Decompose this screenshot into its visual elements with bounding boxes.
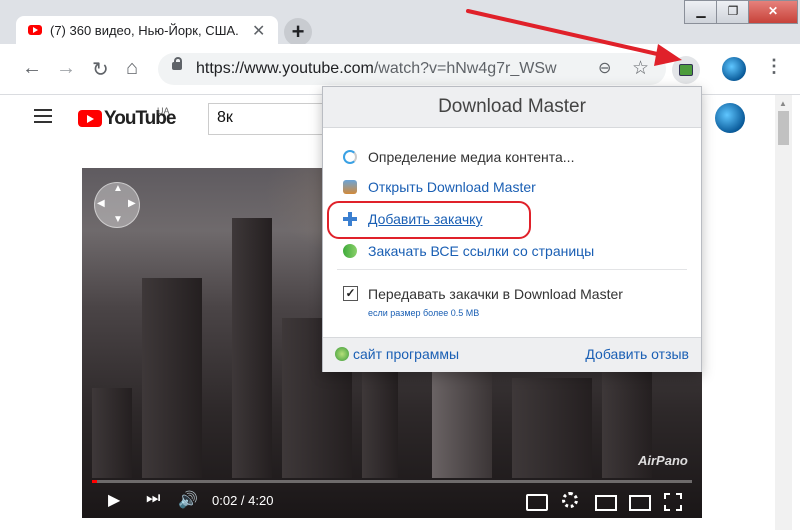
download-master-app-icon <box>343 180 357 194</box>
back-button[interactable]: ← <box>22 57 42 80</box>
zoom-icon[interactable]: ⊖ <box>598 58 611 78</box>
video-time: 0:02 / 4:20 <box>212 493 274 508</box>
page-scrollbar[interactable]: ▲ <box>775 95 792 530</box>
video-building <box>142 278 202 478</box>
download-master-extension-button[interactable] <box>672 56 700 84</box>
download-master-extension-icon <box>679 64 693 76</box>
fullscreen-icon[interactable] <box>664 493 682 511</box>
loading-spinner-icon <box>343 150 357 164</box>
miniplayer-icon[interactable] <box>595 495 617 511</box>
youtube-favicon-icon <box>28 25 42 35</box>
download-all-links-link[interactable]: Закачать ВСЕ ссылки со страницы <box>368 243 594 259</box>
video-building <box>512 378 592 478</box>
lock-icon[interactable] <box>172 57 182 70</box>
open-download-master-link[interactable]: Открыть Download Master <box>368 179 536 195</box>
url-text[interactable]: https://www.youtube.com/watch?v=hNw4g7r_… <box>196 60 557 78</box>
pan-left-icon[interactable]: ◀ <box>97 198 105 209</box>
youtube-account-avatar[interactable] <box>715 103 745 133</box>
youtube-region-label: UA <box>157 106 170 116</box>
pan-up-icon[interactable]: ▲ <box>113 183 123 194</box>
url-host: https://www.youtube.com <box>196 60 374 77</box>
youtube-logo-icon[interactable] <box>78 110 102 127</box>
download-master-popup: Download Master Определение медиа контен… <box>322 86 702 372</box>
search-query-text: 8к <box>217 109 233 126</box>
airpano-watermark: AirPano <box>638 453 688 468</box>
video-progress-bar[interactable] <box>92 480 692 483</box>
youtube-search-input[interactable]: 8к <box>208 103 329 135</box>
size-threshold-note: если размер более 0.5 МВ <box>368 308 480 318</box>
theater-mode-icon[interactable] <box>629 495 651 511</box>
settings-gear-icon[interactable] <box>562 492 578 508</box>
video-building <box>92 388 132 478</box>
home-button[interactable]: ⌂ <box>126 57 138 80</box>
new-tab-button[interactable]: + <box>284 18 312 46</box>
popup-footer: сайт программы Добавить отзыв <box>323 337 701 372</box>
download-all-icon <box>343 244 357 258</box>
volume-icon[interactable]: 🔊 <box>178 490 198 510</box>
globe-icon <box>335 347 349 361</box>
url-path: /watch?v=hNw4g7r_WSw <box>373 60 557 77</box>
browser-tab[interactable]: (7) 360 видео, Нью-Йорк, США. ✕ <box>16 16 278 46</box>
video-building <box>432 358 492 478</box>
red-highlight-outline <box>327 201 531 239</box>
reload-button[interactable]: ↻ <box>92 57 109 82</box>
close-window-button[interactable]: ✕ <box>748 0 798 24</box>
play-icon[interactable]: ▶ <box>108 490 120 510</box>
maximize-button[interactable]: ❐ <box>716 0 750 24</box>
hamburger-menu-icon[interactable] <box>34 109 52 111</box>
pan-right-icon[interactable]: ▶ <box>128 198 136 209</box>
subtitles-icon[interactable] <box>526 494 548 511</box>
scroll-up-arrow-icon[interactable]: ▲ <box>779 99 787 108</box>
profile-avatar[interactable] <box>722 57 746 81</box>
popup-title: Download Master <box>438 96 586 117</box>
title-bar: (7) 360 видео, Нью-Йорк, США. ✕ + ▁ ❐ ✕ <box>0 0 800 46</box>
video-building <box>232 218 272 478</box>
browser-menu-icon[interactable]: ⋮ <box>765 56 783 77</box>
add-review-link[interactable]: Добавить отзыв <box>585 346 689 362</box>
360-navigation-control[interactable]: ▲ ▼ ◀ ▶ <box>94 182 140 228</box>
divider <box>337 269 687 270</box>
pass-downloads-checkbox[interactable]: ✓ <box>343 286 358 301</box>
next-icon[interactable]: ⏭ <box>146 490 160 508</box>
minimize-button[interactable]: ▁ <box>684 0 718 24</box>
forward-button[interactable]: → <box>56 57 76 80</box>
tab-title: (7) 360 видео, Нью-Йорк, США. <box>50 23 239 38</box>
video-progress-fill <box>92 480 97 483</box>
program-site-link[interactable]: сайт программы <box>353 346 459 362</box>
scroll-thumb[interactable] <box>778 111 789 145</box>
popup-header: Download Master <box>323 87 701 128</box>
bookmark-star-icon[interactable]: ☆ <box>632 57 649 80</box>
pan-down-icon[interactable]: ▼ <box>113 214 123 225</box>
address-bar[interactable]: https://www.youtube.com/watch?v=hNw4g7r_… <box>158 53 666 85</box>
detect-media-label: Определение медиа контента... <box>368 149 575 165</box>
tab-close-icon[interactable]: ✕ <box>252 21 265 41</box>
pass-downloads-label[interactable]: Передавать закачки в Download Master <box>368 286 623 302</box>
